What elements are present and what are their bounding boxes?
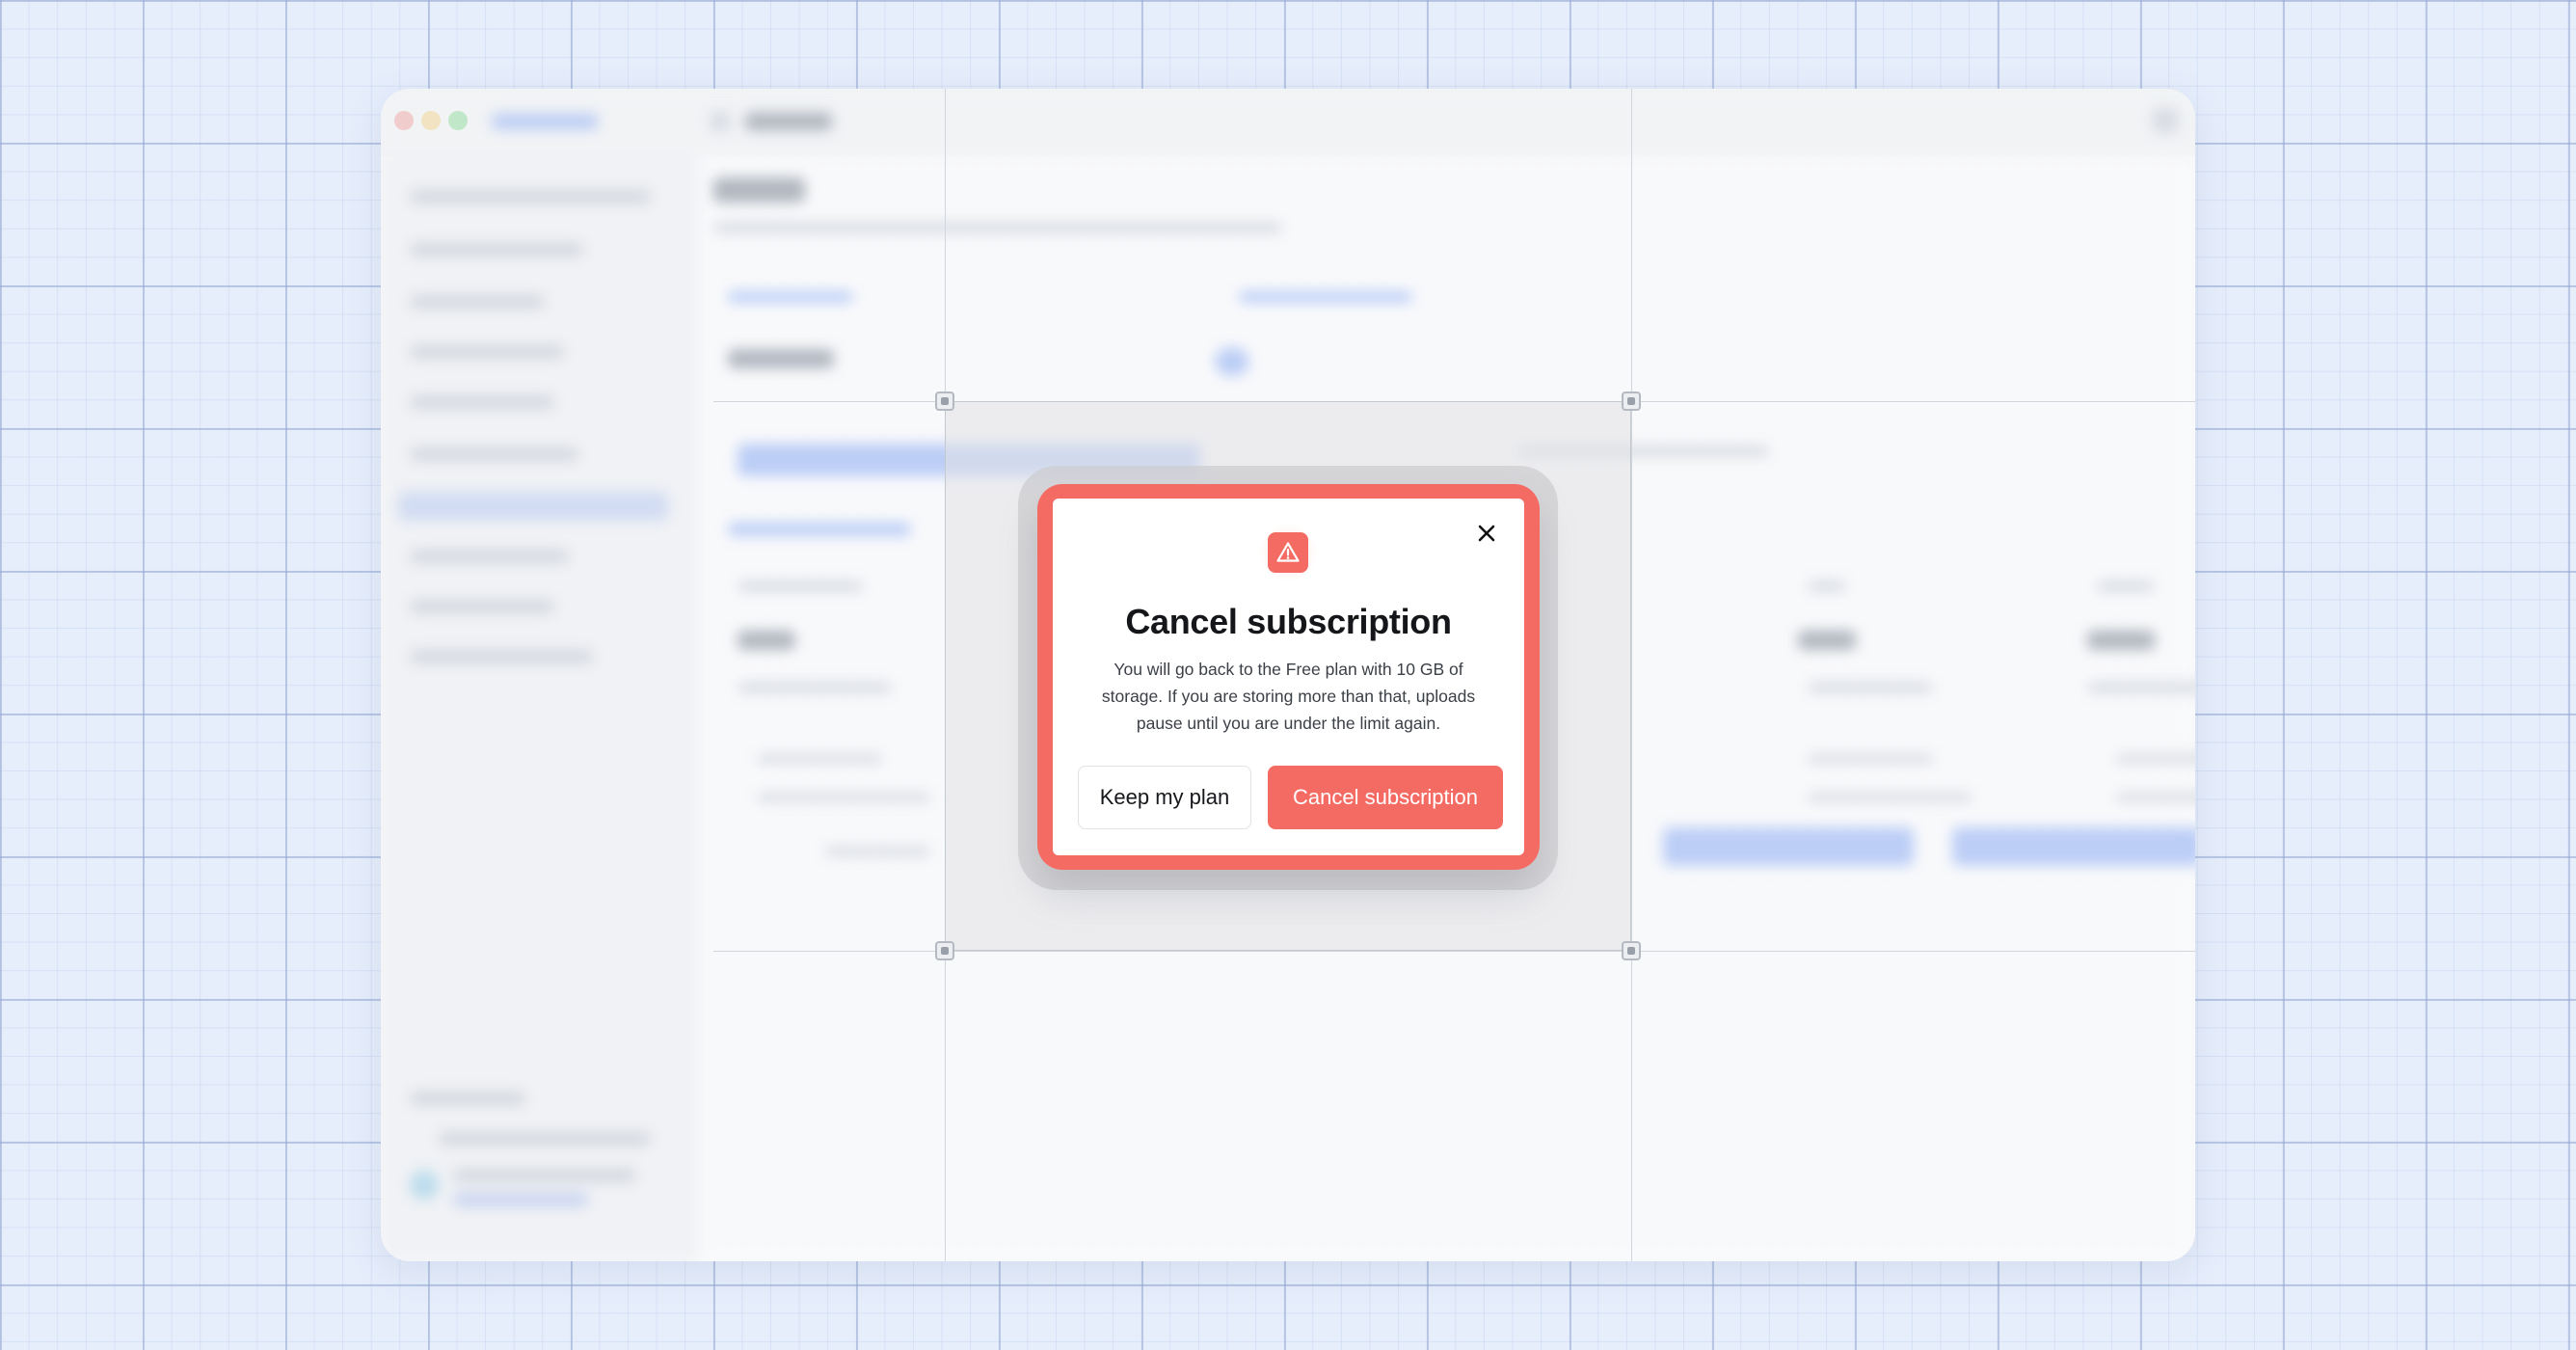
dialog-frame: Cancel subscription You will go back to … xyxy=(1037,484,1540,870)
dialog-title: Cancel subscription xyxy=(1125,602,1452,641)
resize-handle[interactable] xyxy=(1622,392,1641,411)
blurred-sidebar xyxy=(381,156,699,1261)
cancel-subscription-dialog: Cancel subscription You will go back to … xyxy=(1053,499,1524,855)
resize-handle[interactable] xyxy=(1622,941,1641,960)
close-icon xyxy=(1478,525,1495,542)
warning-badge xyxy=(1268,532,1308,573)
warning-triangle-icon xyxy=(1276,542,1300,562)
close-button[interactable] xyxy=(1473,520,1500,547)
keep-plan-button[interactable]: Keep my plan xyxy=(1078,766,1251,829)
resize-handle[interactable] xyxy=(935,392,954,411)
blurred-toolbar xyxy=(381,89,2195,156)
resize-handle[interactable] xyxy=(935,941,954,960)
dialog-message: You will go back to the Free plan with 1… xyxy=(1101,660,1476,733)
cancel-subscription-button[interactable]: Cancel subscription xyxy=(1268,766,1503,829)
guide-line xyxy=(1631,89,1632,1261)
